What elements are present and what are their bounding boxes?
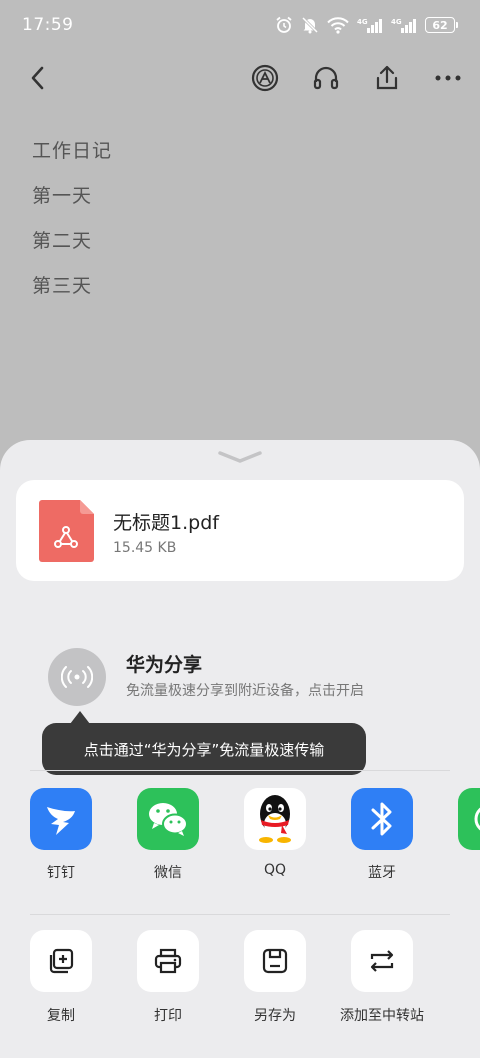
back-button[interactable] (20, 60, 56, 96)
note-content[interactable]: 工作日记 第一天 第二天 第三天 (32, 138, 112, 318)
more-button[interactable] (430, 60, 466, 96)
app-dingtalk[interactable]: 钉钉 (30, 788, 92, 882)
app-label: 钉钉 (47, 865, 75, 881)
pdf-file-icon (39, 500, 94, 562)
ai-button[interactable] (247, 60, 283, 96)
app-partial[interactable] (458, 788, 480, 850)
svg-text:4G: 4G (357, 18, 368, 26)
huawei-share-toggle[interactable] (48, 648, 106, 706)
signal-2-icon: 4G (391, 18, 416, 33)
wifi-icon (327, 16, 349, 34)
file-name: 无标题1.pdf (113, 512, 219, 534)
share-icon (376, 65, 398, 90)
copy-icon (30, 930, 92, 992)
battery-indicator: 62 (425, 17, 458, 33)
note-line: 第二天 (32, 230, 93, 252)
app-label: QQ (263, 862, 287, 878)
print-icon (137, 930, 199, 992)
alarm-icon (276, 16, 292, 33)
svg-text:4G: 4G (391, 18, 402, 26)
action-label: 打印 (154, 1008, 182, 1024)
app-wechat[interactable]: 微信 (137, 788, 199, 882)
headphones-icon (313, 66, 339, 90)
share-sheet: 无标题1.pdf 15.45 KB 华为分享 免流量极速分享到附近设备，点击开启… (0, 440, 480, 1058)
file-card: 无标题1.pdf 15.45 KB (16, 480, 464, 581)
partial-app-icon (458, 788, 480, 850)
wechat-icon (137, 788, 199, 850)
status-bar: 17:59 4G 4G 62 (0, 0, 480, 50)
chevron-down-icon (218, 451, 262, 463)
back-arrow-icon (31, 66, 44, 90)
save-as-action[interactable]: 另存为 (244, 930, 306, 1025)
app-bluetooth[interactable]: 蓝牙 (351, 788, 413, 882)
app-label: 微信 (154, 865, 182, 881)
qq-icon (244, 788, 306, 850)
dingtalk-icon (30, 788, 92, 850)
top-toolbar (0, 50, 480, 104)
sheet-collapse-handle[interactable] (216, 448, 264, 468)
status-icons: 4G 4G 62 (275, 16, 458, 34)
huawei-share-tooltip: 点击通过“华为分享”免流量极速传输 (42, 723, 366, 775)
listen-button[interactable] (308, 60, 344, 96)
transfer-station-icon (351, 930, 413, 992)
app-label: 蓝牙 (368, 865, 396, 881)
action-label: 添加至中转站 (340, 1008, 424, 1024)
print-action[interactable]: 打印 (137, 930, 199, 1025)
divider (30, 914, 450, 915)
share-button[interactable] (369, 60, 405, 96)
note-line: 第一天 (32, 185, 93, 207)
transfer-station-action[interactable]: 添加至中转站 (340, 930, 424, 1025)
bluetooth-icon (351, 788, 413, 850)
ai-icon (251, 64, 279, 92)
file-size: 15.45 KB (113, 540, 177, 556)
battery-level: 62 (425, 17, 455, 33)
app-qq[interactable]: QQ (244, 788, 306, 878)
huawei-share-description: 免流量极速分享到附近设备，点击开启 (126, 683, 364, 699)
huawei-share-title[interactable]: 华为分享 (126, 650, 202, 677)
save-icon (244, 930, 306, 992)
signal-1-icon: 4G (357, 18, 382, 33)
huawei-share-icon (61, 666, 93, 688)
action-label: 另存为 (254, 1008, 296, 1024)
more-icon (435, 75, 461, 81)
status-time: 17:59 (22, 15, 74, 35)
mute-bell-icon (301, 16, 319, 34)
note-line: 工作日记 (32, 140, 113, 162)
divider (30, 770, 450, 771)
action-label: 复制 (47, 1008, 75, 1024)
copy-action[interactable]: 复制 (30, 930, 92, 1025)
note-line: 第三天 (32, 275, 93, 297)
